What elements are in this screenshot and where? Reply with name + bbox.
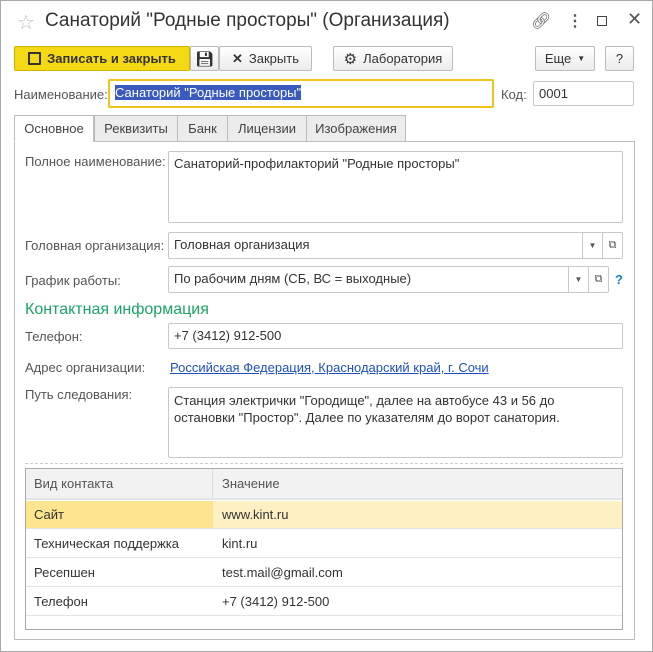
full-name-label: Полное наименование: bbox=[25, 154, 166, 169]
cell-value: test.mail@gmail.com bbox=[222, 564, 343, 580]
head-org-field[interactable]: Головная организация ▼ ⧉ bbox=[168, 232, 623, 259]
table-row[interactable]: Телефон +7 (3412) 912-500 bbox=[26, 587, 622, 616]
route-label: Путь следования: bbox=[25, 387, 133, 402]
head-org-label: Головная организация: bbox=[25, 238, 165, 253]
cell-type: Сайт bbox=[26, 501, 213, 528]
tab-licenses[interactable]: Лицензии bbox=[227, 115, 307, 142]
table-header: Вид контакта Значение bbox=[26, 469, 622, 500]
contacts-table: Вид контакта Значение Сайт www.kint.ru Т… bbox=[25, 468, 623, 630]
cell-value: kint.ru bbox=[222, 535, 258, 551]
name-input[interactable]: Санаторий "Родные просторы" bbox=[108, 79, 494, 108]
dropdown-icon[interactable]: ▼ bbox=[582, 233, 602, 258]
table-row[interactable]: Техническая поддержка kint.ru bbox=[26, 529, 622, 558]
help-button[interactable]: ? bbox=[605, 46, 634, 71]
schedule-label: График работы: bbox=[25, 273, 121, 288]
phone-input[interactable]: +7 (3412) 912-500 bbox=[168, 323, 623, 349]
name-label: Наименование: bbox=[14, 87, 108, 102]
save-button[interactable]: 💾︎ bbox=[190, 46, 219, 71]
code-input[interactable]: 0001 bbox=[533, 81, 634, 106]
table-row[interactable]: Ресепшен test.mail@gmail.com bbox=[26, 558, 622, 587]
close-button[interactable]: ✕ Закрыть bbox=[219, 46, 312, 71]
chevron-down-icon: ▼ bbox=[577, 54, 586, 63]
address-label: Адрес организации: bbox=[25, 360, 146, 375]
tab-main[interactable]: Основное bbox=[14, 115, 94, 142]
tab-requisites[interactable]: Реквизиты bbox=[94, 115, 178, 142]
full-name-textarea[interactable]: Санаторий-профилакторий "Родные просторы… bbox=[168, 151, 623, 223]
column-header-type[interactable]: Вид контакта bbox=[26, 469, 213, 498]
tab-bank[interactable]: Банк bbox=[177, 115, 228, 142]
cell-type: Ресепшен bbox=[34, 564, 95, 580]
gear-icon: ⚙ bbox=[343, 50, 358, 68]
open-icon[interactable]: ⧉ bbox=[602, 233, 622, 258]
cell-value: www.kint.ru bbox=[222, 507, 289, 522]
floppy-icon: 💾︎ bbox=[194, 50, 215, 68]
favorite-star-icon[interactable]: ☆ bbox=[17, 10, 35, 35]
more-button[interactable]: Еще ▼ bbox=[535, 46, 595, 71]
address-link[interactable]: Российская Федерация, Краснодарский край… bbox=[170, 360, 489, 375]
route-textarea[interactable]: Станция электрички "Городище", далее на … bbox=[168, 387, 623, 458]
column-header-value[interactable]: Значение bbox=[213, 469, 622, 498]
phone-label: Телефон: bbox=[25, 329, 83, 344]
cell-type: Техническая поддержка bbox=[34, 535, 179, 551]
maximize-icon[interactable] bbox=[597, 16, 607, 26]
dropdown-icon[interactable]: ▼ bbox=[568, 267, 588, 292]
laboratory-button[interactable]: ⚙ Лаборатория bbox=[333, 46, 453, 71]
save-close-icon bbox=[28, 52, 42, 65]
cell-value: +7 (3412) 912-500 bbox=[222, 593, 330, 609]
contact-info-header: Контактная информация bbox=[25, 301, 209, 318]
close-window-icon[interactable]: ✕ bbox=[627, 9, 642, 30]
schedule-help-icon[interactable]: ? bbox=[615, 272, 623, 287]
more-menu-icon[interactable]: ⋮ bbox=[567, 11, 583, 31]
tab-images[interactable]: Изображения bbox=[306, 115, 406, 142]
divider bbox=[25, 463, 623, 464]
window-title: Санаторий "Родные просторы" (Организация… bbox=[45, 10, 450, 31]
code-label: Код: bbox=[501, 87, 527, 102]
window: ☆ Санаторий "Родные просторы" (Организац… bbox=[0, 0, 653, 652]
close-icon: ✕ bbox=[232, 50, 243, 66]
schedule-field[interactable]: По рабочим дням (СБ, ВС = выходные) ▼ ⧉ bbox=[168, 266, 609, 293]
cell-type: Телефон bbox=[34, 593, 88, 609]
table-row[interactable]: Сайт www.kint.ru bbox=[26, 501, 622, 529]
open-icon[interactable]: ⧉ bbox=[588, 267, 608, 292]
save-and-close-button[interactable]: Записать и закрыть bbox=[14, 46, 190, 71]
link-icon[interactable]: 🔗︎ bbox=[531, 11, 551, 31]
